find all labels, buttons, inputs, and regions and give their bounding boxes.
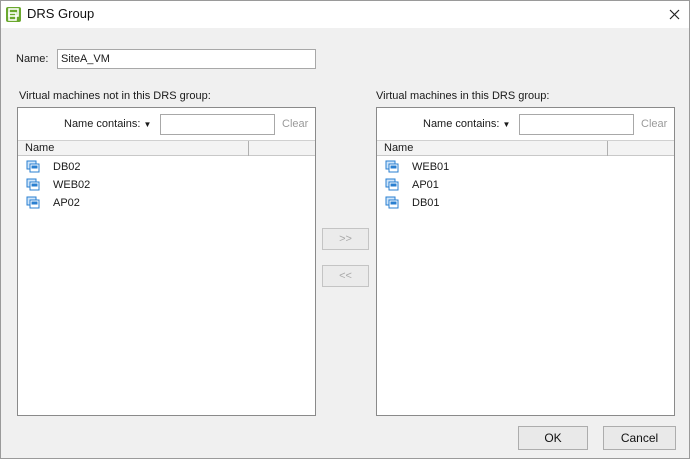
name-contains-dropdown[interactable]: Name contains: ▼ <box>423 118 510 130</box>
filter-input[interactable] <box>519 114 634 135</box>
vm-list-item[interactable]: AP01 <box>377 176 674 194</box>
ok-button[interactable]: OK <box>518 426 588 450</box>
virtual-machine-icon <box>385 196 399 209</box>
name-column-header[interactable]: Name <box>384 142 413 154</box>
clear-filter-button[interactable]: Clear <box>641 118 667 130</box>
filter-input[interactable] <box>160 114 275 135</box>
column-divider[interactable] <box>248 141 249 156</box>
filter-label: Name contains: <box>64 118 141 130</box>
name-label: Name: <box>16 53 49 65</box>
virtual-machine-icon <box>385 178 399 191</box>
dialog-title: DRS Group <box>27 6 95 21</box>
drs-group-dialog: DRS Group Name: SiteA_VM Virtual machine… <box>0 0 690 459</box>
title-bar: DRS Group <box>1 1 689 28</box>
virtual-machine-icon <box>26 178 40 191</box>
vm-list-item[interactable]: WEB02 <box>18 176 315 194</box>
vm-name: WEB02 <box>53 179 91 191</box>
name-column-header[interactable]: Name <box>25 142 54 154</box>
vm-list-item[interactable]: AP02 <box>18 194 315 212</box>
group-vms-label: Virtual machines in this DRS group: <box>376 90 550 102</box>
dropdown-triangle-icon: ▼ <box>143 120 152 129</box>
available-vms-label: Virtual machines not in this DRS group: <box>19 90 211 102</box>
filter-bar: Name contains: ▼ Clear <box>18 108 315 140</box>
vm-name: WEB01 <box>412 161 450 173</box>
virtual-machine-icon <box>26 196 40 209</box>
virtual-machine-icon <box>26 160 40 173</box>
group-vms-panel: Name contains: ▼ Clear Name WEB01 AP01 D… <box>376 107 675 416</box>
cancel-button[interactable]: Cancel <box>603 426 676 450</box>
vm-name: AP01 <box>412 179 439 191</box>
close-icon <box>669 9 679 20</box>
vm-name: AP02 <box>53 197 80 209</box>
vm-list-item[interactable]: DB02 <box>18 158 315 176</box>
filter-bar: Name contains: ▼ Clear <box>377 108 674 140</box>
add-to-group-button[interactable]: >> <box>322 228 369 250</box>
available-vms-panel: Name contains: ▼ Clear Name DB02 WEB02 A… <box>17 107 316 416</box>
column-header-row: Name <box>18 140 315 156</box>
clear-filter-button[interactable]: Clear <box>282 118 308 130</box>
vm-list-item[interactable]: WEB01 <box>377 158 674 176</box>
dropdown-triangle-icon: ▼ <box>502 120 511 129</box>
close-button[interactable] <box>659 1 689 28</box>
virtual-machine-icon <box>385 160 399 173</box>
vm-name: DB02 <box>53 161 81 173</box>
filter-label: Name contains: <box>423 118 500 130</box>
vm-list-item[interactable]: DB01 <box>377 194 674 212</box>
vsphere-logo-icon <box>6 7 21 22</box>
name-input[interactable]: SiteA_VM <box>57 49 316 69</box>
column-header-row: Name <box>377 140 674 156</box>
remove-from-group-button[interactable]: << <box>322 265 369 287</box>
vm-name: DB01 <box>412 197 440 209</box>
name-contains-dropdown[interactable]: Name contains: ▼ <box>64 118 151 130</box>
column-divider[interactable] <box>607 141 608 156</box>
